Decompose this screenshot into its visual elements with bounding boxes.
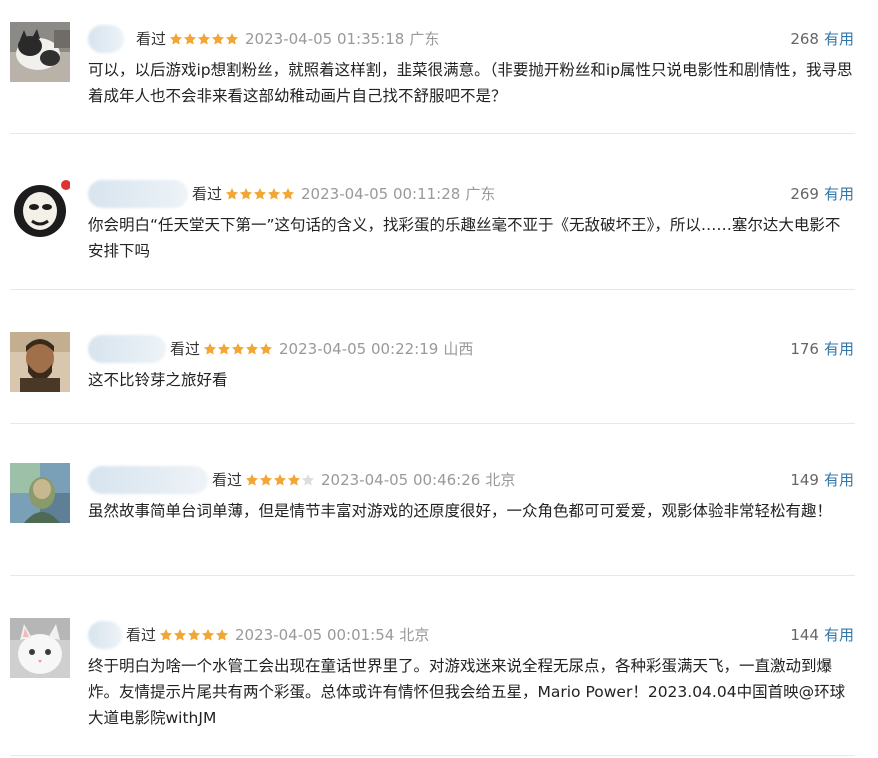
review-time: 2023-04-05 00:46:26 <box>321 471 481 489</box>
review-item: 看过 2023-04-05 00:11:28 广东 269 有用 你会明白“任天堂天下… <box>0 177 878 290</box>
star-filled-icon <box>226 33 239 45</box>
star-filled-icon <box>268 188 281 200</box>
useful-vote: 176 有用 <box>790 337 854 361</box>
rating-stars <box>159 625 229 649</box>
watched-status: 看过 <box>212 471 243 489</box>
review-time: 2023-04-05 01:35:18 <box>245 30 405 48</box>
review-content: 终于明白为啥一个水管工会出现在童话世界里了。对游戏迷来说全程无尿点，各种彩蛋满天… <box>88 657 846 727</box>
useful-vote: 149 有用 <box>790 468 854 492</box>
useful-button[interactable]: 有用 <box>824 30 854 48</box>
star-filled-icon <box>184 33 197 45</box>
star-filled-icon <box>160 629 173 641</box>
watched-status: 看过 <box>136 30 167 48</box>
useful-button[interactable]: 有用 <box>824 471 854 489</box>
review-time: 2023-04-05 00:11:28 <box>301 185 461 203</box>
star-filled-icon <box>212 33 225 45</box>
username-blurred[interactable] <box>88 180 188 208</box>
star-filled-icon <box>226 188 239 200</box>
useful-count: 268 <box>790 30 819 48</box>
review-meta: 看过 2023-04-05 00:46:26 北京 <box>212 468 515 492</box>
review-location: 广东 <box>409 30 440 48</box>
star-filled-icon <box>240 188 253 200</box>
star-filled-icon <box>202 629 215 641</box>
review-location: 山西 <box>443 340 474 358</box>
cat-avatar-icon[interactable] <box>10 22 70 82</box>
rating-stars <box>245 470 315 494</box>
username-blurred[interactable] <box>88 621 122 649</box>
review-item: 看过 2023-04-05 00:22:19 山西 176 有用 这不比铃芽之旅好看 <box>0 332 878 432</box>
useful-count: 269 <box>790 185 819 203</box>
star-filled-icon <box>198 33 211 45</box>
star-filled-icon <box>188 629 201 641</box>
useful-vote: 268 有用 <box>790 27 854 51</box>
review-content: 你会明白“任天堂天下第一”这句话的含义，找彩蛋的乐趣丝毫不亚于《无敌破坏王》，所… <box>88 216 841 260</box>
useful-vote: 269 有用 <box>790 182 854 206</box>
review-meta: 看过 2023-04-05 00:11:28 广东 <box>192 182 495 206</box>
useful-button[interactable]: 有用 <box>824 626 854 644</box>
review-location: 广东 <box>465 185 496 203</box>
rating-stars <box>169 29 239 53</box>
review-content: 可以，以后游戏ip想割粉丝，就照着这样割，韭菜很满意。（非要抛开粉丝和ip属性只… <box>88 61 853 105</box>
star-filled-icon <box>288 474 301 486</box>
review-content: 虽然故事简单台词单薄，但是情节丰富对游戏的还原度很好，一众角色都可可爱爱，观影体… <box>88 502 833 520</box>
portrait-avatar-icon[interactable] <box>10 332 70 392</box>
useful-count: 149 <box>790 471 819 489</box>
review-content: 这不比铃芽之旅好看 <box>88 371 228 389</box>
rating-stars <box>225 184 295 208</box>
review-location: 北京 <box>485 471 516 489</box>
star-filled-icon <box>260 343 273 355</box>
star-filled-icon <box>274 474 287 486</box>
review-location: 北京 <box>399 626 430 644</box>
star-filled-icon <box>204 343 217 355</box>
star-filled-icon <box>260 474 273 486</box>
watched-status: 看过 <box>192 185 223 203</box>
rating-stars <box>203 339 273 363</box>
useful-count: 176 <box>790 340 819 358</box>
star-filled-icon <box>216 629 229 641</box>
review-meta: 看过 2023-04-05 00:01:54 北京 <box>126 623 429 647</box>
star-filled-icon <box>282 188 295 200</box>
star-filled-icon <box>174 629 187 641</box>
star-filled-icon <box>218 343 231 355</box>
review-meta: 看过 2023-04-05 01:35:18 广东 <box>136 27 439 51</box>
review-divider <box>10 133 855 134</box>
star-filled-icon <box>170 33 183 45</box>
kitten-avatar-icon[interactable] <box>10 618 70 678</box>
review-item: 看过 2023-04-05 01:35:18 广东 268 有用 可以，以后游戏ip想… <box>0 22 878 134</box>
username-blurred[interactable] <box>88 466 208 494</box>
useful-button[interactable]: 有用 <box>824 185 854 203</box>
review-time: 2023-04-05 00:22:19 <box>279 340 439 358</box>
watched-status: 看过 <box>126 626 157 644</box>
star-filled-icon <box>246 474 259 486</box>
star-filled-icon <box>254 188 267 200</box>
username-blurred[interactable] <box>88 335 166 363</box>
useful-button[interactable]: 有用 <box>824 340 854 358</box>
review-divider <box>10 575 855 576</box>
review-divider <box>10 289 855 290</box>
star-filled-icon <box>232 343 245 355</box>
panda-meme-avatar-icon[interactable] <box>10 177 70 237</box>
useful-vote: 144 有用 <box>790 623 854 647</box>
star-empty-icon <box>302 474 315 486</box>
review-divider <box>10 423 855 424</box>
review-item: 看过 2023-04-05 00:01:54 北京 144 有用 终于明白为啥一个水管… <box>0 618 878 756</box>
username-blurred[interactable] <box>88 25 124 53</box>
review-divider <box>10 755 855 756</box>
painting-avatar-icon[interactable] <box>10 463 70 523</box>
watched-status: 看过 <box>170 340 201 358</box>
review-meta: 看过 2023-04-05 00:22:19 山西 <box>170 337 473 361</box>
review-item: 看过 2023-04-05 00:46:26 北京 149 有用 虽然故事简单台词单薄… <box>0 463 878 576</box>
review-time: 2023-04-05 00:01:54 <box>235 626 395 644</box>
useful-count: 144 <box>790 626 819 644</box>
star-filled-icon <box>246 343 259 355</box>
